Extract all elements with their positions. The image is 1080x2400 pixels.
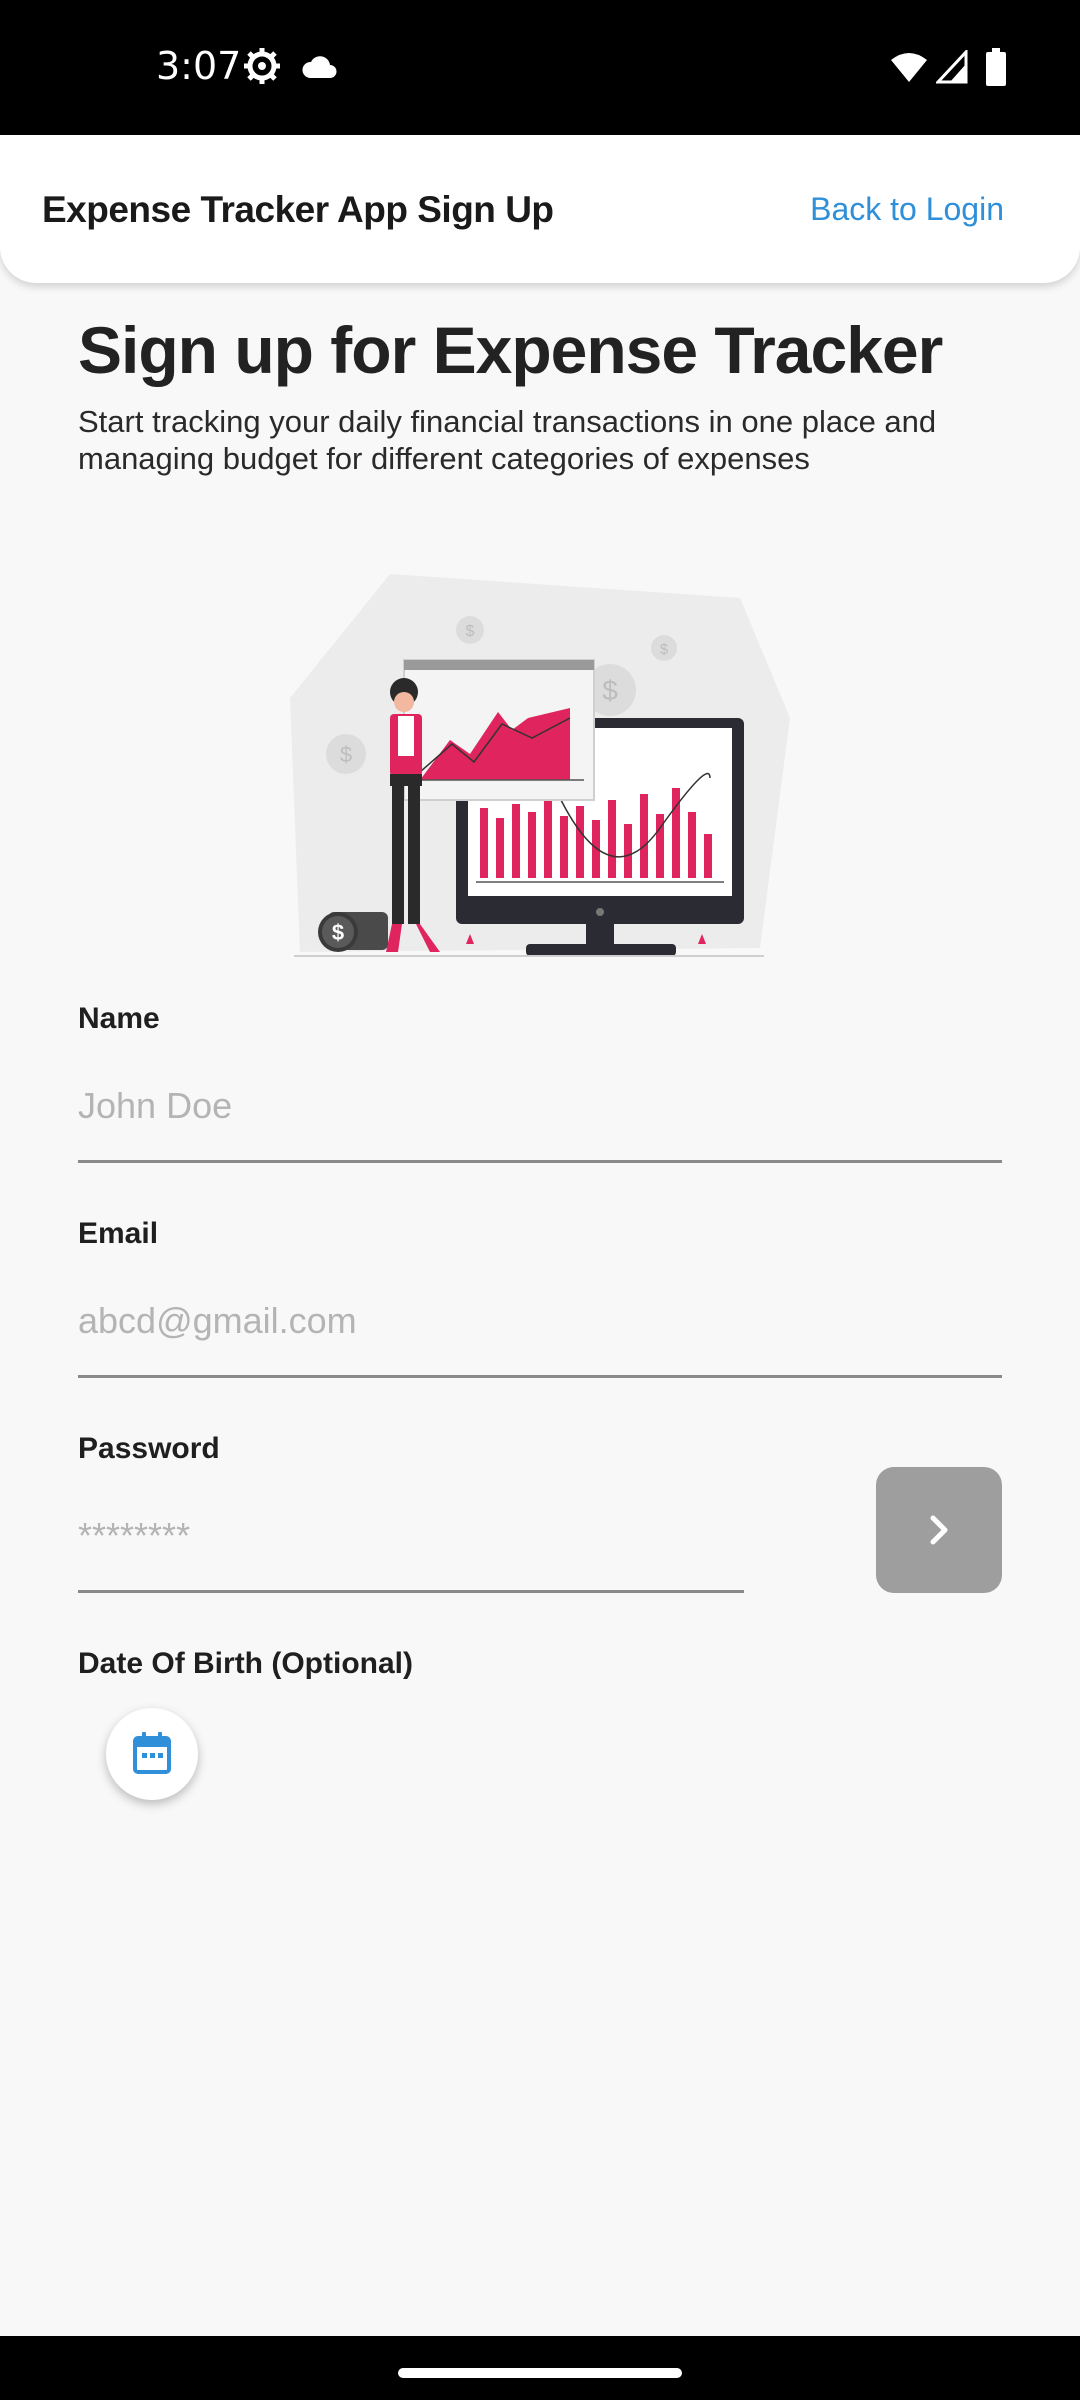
app-bar: Expense Tracker App Sign Up Back to Logi… (0, 135, 1080, 283)
calendar-icon (133, 1732, 171, 1774)
svg-text:$: $ (340, 742, 352, 767)
finance-illustration: $ $ $ $ $ (290, 574, 790, 957)
status-time: 3:07 (156, 44, 242, 88)
name-label: Name (78, 1002, 160, 1035)
date-picker-button[interactable] (106, 1708, 198, 1800)
battery-icon (986, 48, 1006, 86)
page-title: Sign up for Expense Tracker (78, 313, 943, 387)
email-label: Email (78, 1217, 159, 1250)
app-title: Expense Tracker App Sign Up (42, 189, 554, 230)
home-gesture-handle[interactable] (398, 2368, 682, 2378)
svg-text:$: $ (660, 641, 669, 658)
page-subtitle: Start tracking your daily financial tran… (78, 404, 937, 476)
svg-text:$: $ (602, 675, 618, 706)
signal-icon (936, 50, 968, 84)
name-input[interactable] (78, 1076, 1000, 1136)
cloud-icon (302, 56, 337, 78)
password-label: Password (78, 1432, 220, 1465)
chevron-right-icon (930, 1515, 948, 1545)
next-button[interactable] (876, 1467, 1002, 1593)
email-input[interactable] (78, 1291, 1000, 1351)
email-underline (78, 1375, 1002, 1378)
password-underline (78, 1590, 744, 1593)
svg-text:$: $ (466, 623, 475, 640)
name-underline (78, 1160, 1002, 1163)
wifi-icon (891, 53, 927, 82)
gear-icon (244, 48, 280, 84)
password-input[interactable] (78, 1506, 744, 1566)
back-to-login-link[interactable]: Back to Login (810, 191, 1004, 228)
status-bar: 3:07 (0, 0, 1080, 135)
dob-label: Date Of Birth (Optional) (78, 1647, 413, 1680)
svg-text:$: $ (332, 920, 344, 945)
